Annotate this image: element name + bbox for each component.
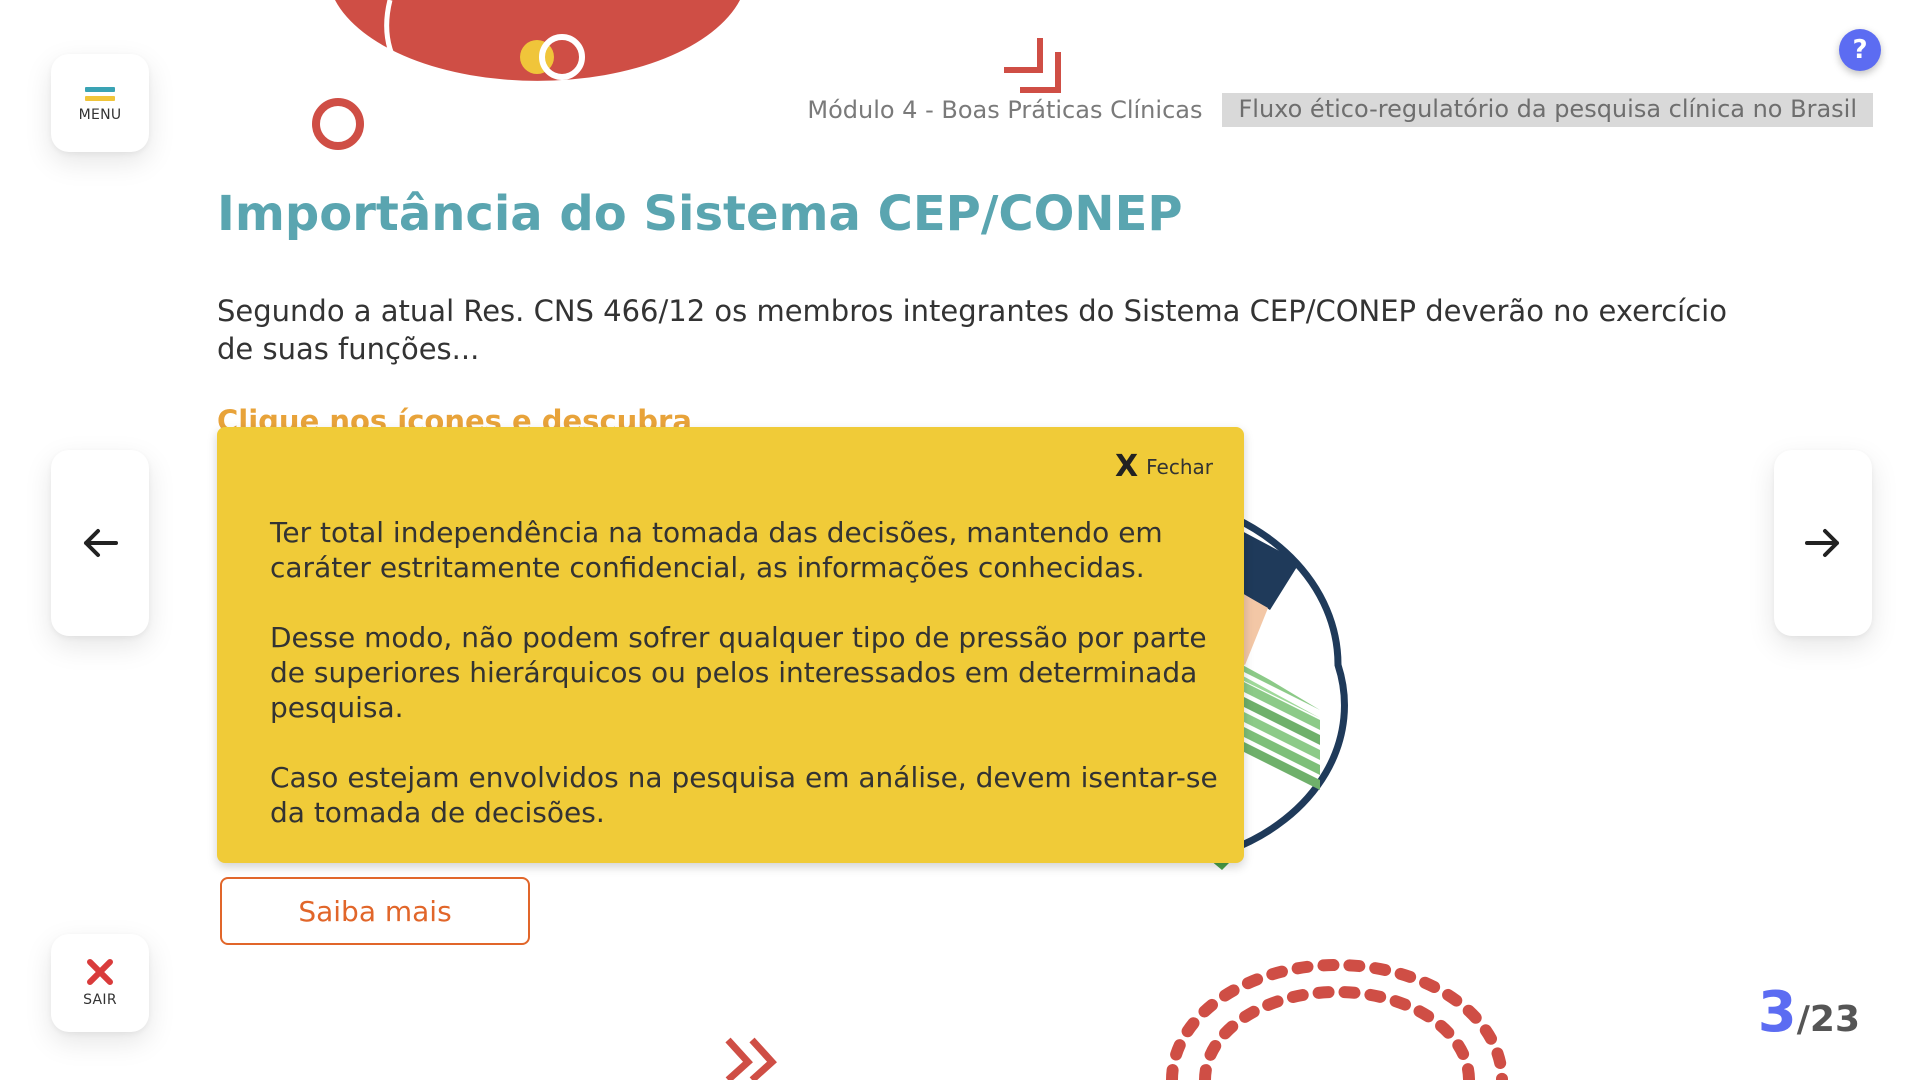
close-button[interactable]: X Fechar xyxy=(1115,449,1213,484)
popup-paragraph: Desse modo, não podem sofrer qualquer ti… xyxy=(270,621,1207,724)
popup-body: Ter total independência na tomada das de… xyxy=(270,515,1220,865)
exit-x-icon xyxy=(87,959,113,985)
previous-page-button[interactable] xyxy=(51,450,149,636)
saiba-mais-button[interactable]: Saiba mais xyxy=(220,877,530,945)
menu-icon xyxy=(85,83,115,101)
intro-text: Segundo a atual Res. CNS 466/12 os membr… xyxy=(217,294,1727,366)
info-popup: X Fechar Ter total independência na toma… xyxy=(217,427,1244,863)
menu-button[interactable]: MENU xyxy=(51,54,149,152)
menu-label: MENU xyxy=(78,107,122,123)
module-label: Módulo 4 - Boas Práticas Clínicas xyxy=(807,96,1203,124)
page-counter: 3/23 xyxy=(1758,980,1860,1045)
close-label: Fechar xyxy=(1146,454,1213,479)
arrow-left-icon xyxy=(84,529,118,557)
breadcrumb: Módulo 4 - Boas Práticas Clínicas Fluxo … xyxy=(807,93,1873,127)
topic-label: Fluxo ético-regulatório da pesquisa clín… xyxy=(1222,93,1873,127)
exit-button[interactable]: SAIR xyxy=(51,934,149,1032)
popup-paragraph: Ter total independência na tomada das de… xyxy=(270,516,1163,584)
current-page: 3 xyxy=(1757,980,1797,1045)
help-icon: ? xyxy=(1852,35,1868,65)
total-pages: /23 xyxy=(1796,999,1860,1040)
exit-label: SAIR xyxy=(83,992,117,1008)
help-button[interactable]: ? xyxy=(1839,29,1881,71)
popup-paragraph: Caso estejam envolvidos na pesquisa em a… xyxy=(270,761,1218,829)
close-icon: X xyxy=(1114,449,1139,484)
page-title: Importância do Sistema CEP/CONEP xyxy=(217,186,1183,242)
next-page-button[interactable] xyxy=(1774,450,1872,636)
arrow-right-icon xyxy=(1805,529,1839,557)
